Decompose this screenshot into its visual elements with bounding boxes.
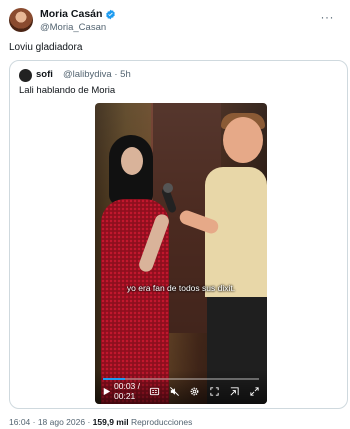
quoted-tweet[interactable]: sofi @lalibydiva · 5h Lali hablando de M…	[9, 60, 348, 409]
play-icon[interactable]	[101, 385, 112, 398]
author-avatar[interactable]	[9, 8, 33, 32]
video-woman-face	[121, 147, 143, 175]
quote-text: Lali hablando de Moria	[19, 85, 116, 96]
mute-icon[interactable]	[168, 385, 181, 398]
video-progress-fill	[103, 378, 125, 380]
view-label: Reproducciones	[128, 417, 193, 427]
author-name-row[interactable]: Moria Casán	[40, 8, 116, 20]
video-man-head	[223, 117, 263, 163]
more-icon[interactable]: ···	[321, 10, 335, 24]
quote-handle-time[interactable]: @lalibydiva · 5h	[63, 69, 131, 80]
tweet-text: Loviu gladiadora	[9, 42, 83, 53]
video-progress-bar[interactable]	[103, 378, 259, 380]
author-name[interactable]: Moria Casán	[40, 8, 102, 20]
video-right-controls	[148, 385, 261, 398]
tweet-meta: 16:04 · 18 ago 2026 · 159,9 mil Reproduc…	[9, 417, 192, 427]
verified-badge-icon	[105, 9, 116, 20]
closed-captions-icon[interactable]	[148, 385, 161, 398]
author-handle[interactable]: @Moria_Casan	[40, 22, 106, 33]
view-count: 159,9 mil	[92, 417, 129, 427]
expand-icon[interactable]	[248, 385, 261, 398]
tweet-datetime[interactable]: 16:04 · 18 ago 2026 ·	[9, 417, 93, 427]
quote-avatar[interactable]	[19, 69, 32, 82]
video-subtitle: yo era fan de todos sus dixit.	[126, 283, 236, 293]
video-player[interactable]: yo era fan de todos sus dixit. 00:03 / 0…	[95, 103, 267, 404]
video-microphone-head	[163, 183, 173, 193]
quote-author-name[interactable]: sofi	[36, 69, 53, 80]
video-time: 00:03 / 00:21	[114, 381, 140, 401]
settings-icon[interactable]	[188, 385, 201, 398]
video-controls: 00:03 / 00:21	[95, 370, 267, 404]
pop-out-icon[interactable]	[228, 385, 241, 398]
video-controls-row: 00:03 / 00:21	[101, 381, 261, 401]
fullscreen-icon[interactable]	[208, 385, 221, 398]
